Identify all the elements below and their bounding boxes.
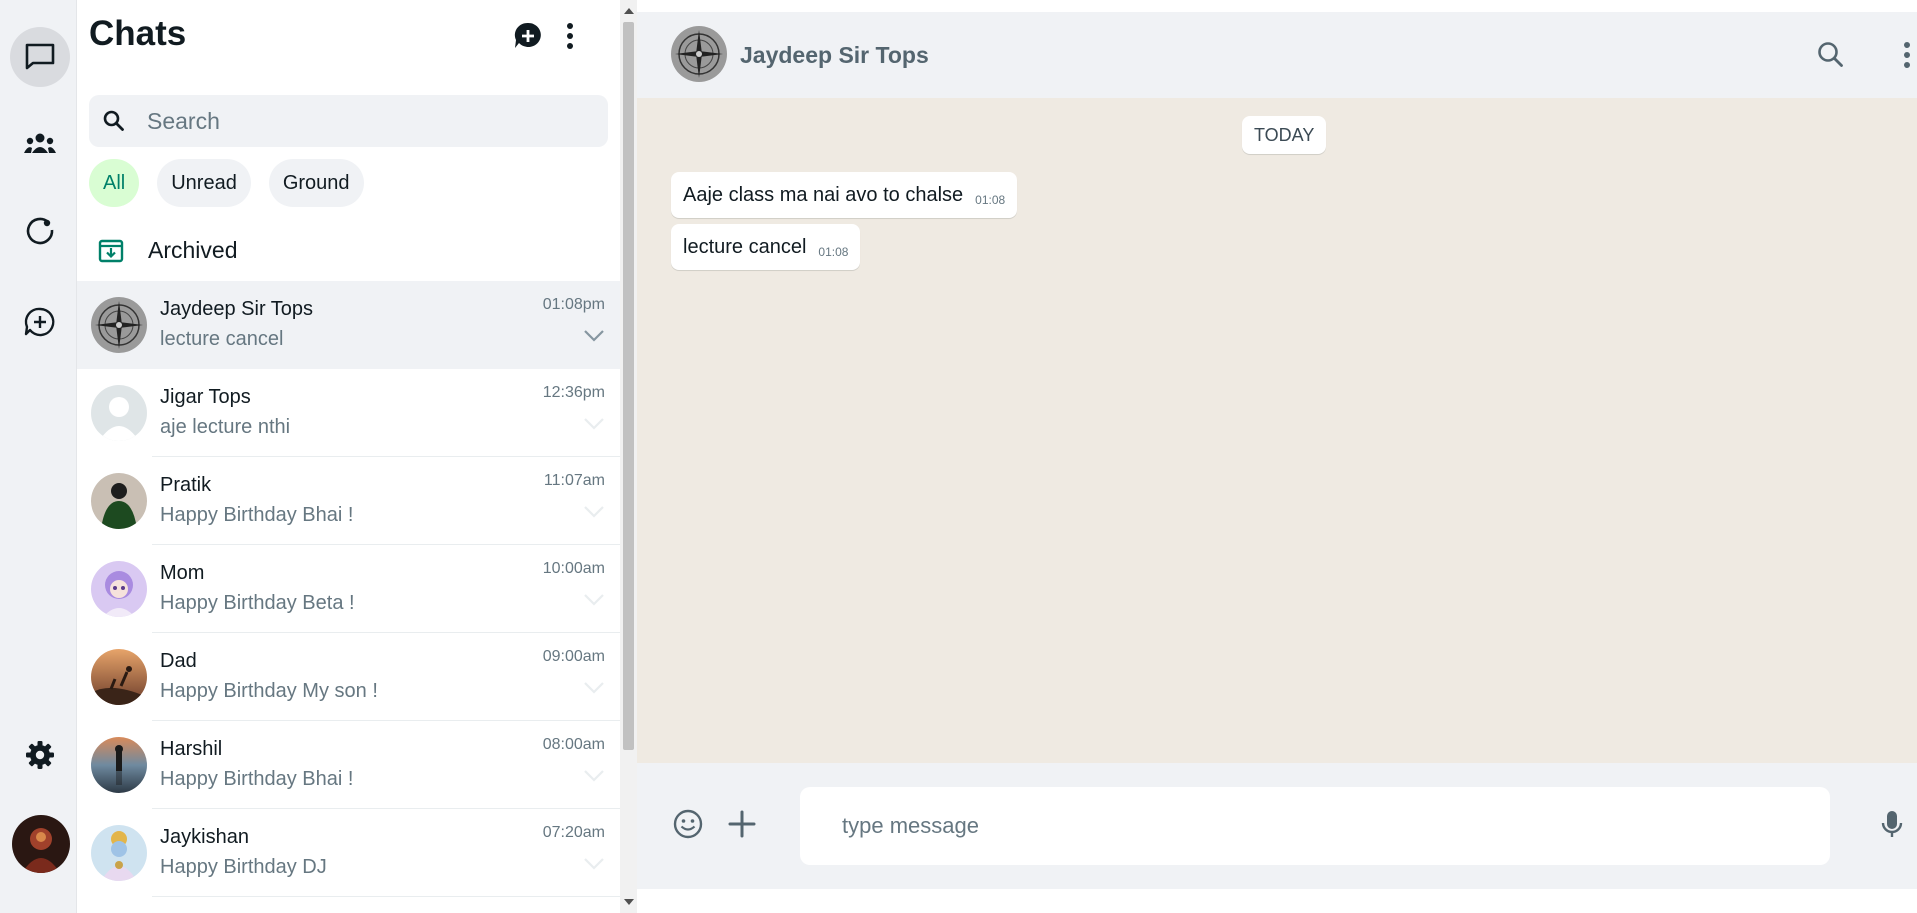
archived-label: Archived [148,237,238,263]
chat-list-scrollbar[interactable] [620,0,637,913]
profile-avatar[interactable] [12,815,70,873]
chevron-down-icon[interactable] [583,329,605,343]
chat-item[interactable]: Mom Happy Birthday Beta ! 10:00am [77,545,620,633]
chat-item[interactable]: Dad Happy Birthday My son ! 09:00am [77,633,620,721]
status-nav-button[interactable] [10,202,70,262]
chat-time: 12:36pm [542,384,605,401]
archived-row[interactable]: Archived [77,225,620,277]
message-input[interactable] [800,787,1830,865]
message-text: lecture cancel [683,235,807,258]
scroll-down-arrow[interactable] [624,899,634,905]
channels-nav-button[interactable] [10,292,70,352]
chat-time: 01:08pm [542,296,605,313]
chat-time: 08:00am [542,736,605,753]
message-time: 01:08 [975,193,1006,207]
attach-plus-icon[interactable] [725,807,759,841]
filter-chips: All Unread Ground [89,159,364,207]
avatar [91,825,147,881]
chat-name: Mom [160,562,205,584]
emoji-icon[interactable] [671,807,705,841]
filter-all[interactable]: All [89,159,140,207]
chat-item[interactable]: Harshil Happy Birthday Bhai ! 08:00am [77,721,620,809]
avatar [91,385,147,441]
filter-unread[interactable]: Unread [157,159,251,207]
microphone-icon[interactable] [1875,807,1909,841]
communities-nav-button[interactable] [10,114,70,174]
chat-last-message: Happy Birthday Bhai ! [160,504,354,526]
chat-item[interactable]: Jaydeep Sir Tops lecture cancel 01:08pm [77,281,620,369]
chat-name: Jaykishan [160,826,249,848]
message-bubble[interactable]: Aaje class ma nai avo to chalse 01:08 [671,172,1018,218]
chat-list-panel: Chats All Unread Ground [77,0,620,913]
chat-time: 09:00am [542,648,605,665]
menu-icon [567,23,573,49]
conversation-header[interactable]: Jaydeep Sir Tops [637,12,1917,98]
chat-time: 11:07am [543,472,605,489]
chevron-down-icon[interactable] [583,593,605,607]
scroll-thumb[interactable] [623,22,634,750]
chat-last-message: Happy Birthday Bhai ! [160,768,354,790]
message-composer [637,763,1917,889]
chat-name: Jigar Tops [160,386,251,408]
chevron-down-icon[interactable] [583,505,605,519]
communities-icon [24,133,56,153]
avatar [91,737,147,793]
channels-icon [24,307,55,337]
message-text: Aaje class ma nai avo to chalse [683,183,964,206]
avatar [91,649,147,705]
chat-name: Pratik [160,474,212,496]
chevron-down-icon[interactable] [583,417,605,431]
chat-last-message: Happy Birthday Beta ! [160,592,355,614]
search-box [89,95,608,147]
date-separator: TODAY [1242,116,1327,154]
avatar [91,297,147,353]
settings-nav-button[interactable] [10,725,70,785]
chat-name: Harshil [160,738,223,760]
message-time: 01:08 [818,245,849,259]
chats-icon [25,43,55,70]
chat-name: Jaydeep Sir Tops [160,298,314,320]
filter-ground[interactable]: Ground [268,159,364,207]
chat-time: 07:20am [542,824,605,841]
settings-icon [26,741,54,769]
chat-time: 10:00am [542,560,605,577]
scroll-up-arrow[interactable] [624,8,634,14]
page-title: Chats [89,14,187,53]
chat-item[interactable]: Jigar Tops aje lecture nthi 12:36pm [77,369,620,457]
chat-last-message: aje lecture nthi [160,416,291,438]
chat-last-message: Happy Birthday My son ! [160,680,378,702]
new-chat-button[interactable] [510,18,546,54]
archive-icon [98,239,124,263]
menu-icon[interactable] [1901,39,1913,71]
message-bubble[interactable]: lecture cancel 01:08 [671,224,861,270]
chat-last-message: Happy Birthday DJ [160,856,327,878]
status-icon [26,217,54,245]
new-chat-icon [514,22,541,48]
divider [152,896,620,897]
chat-item[interactable]: Jaykishan Happy Birthday DJ 07:20am [77,809,620,897]
chevron-down-icon[interactable] [583,681,605,695]
chat-list: Jaydeep Sir Tops lecture cancel 01:08pm … [77,281,620,897]
chat-last-message: lecture cancel [160,328,284,350]
contact-avatar[interactable] [671,26,727,82]
search-icon [103,110,124,131]
message-area: TODAY Aaje class ma nai avo to chalse 01… [637,98,1917,763]
whatsapp-web-app: Chats All Unread Ground [0,0,1917,913]
chevron-down-icon[interactable] [583,769,605,783]
nav-rail [0,0,77,913]
chevron-down-icon[interactable] [583,857,605,871]
search-input[interactable] [147,105,587,137]
avatar [91,561,147,617]
chat-name: Dad [160,650,197,672]
search-icon[interactable] [1815,39,1847,71]
contact-name: Jaydeep Sir Tops [740,42,929,68]
conversation-panel: Jaydeep Sir Tops TODAY Aaje class ma nai… [637,0,1917,913]
menu-button[interactable] [552,18,588,54]
avatar [91,473,147,529]
chat-item[interactable]: Pratik Happy Birthday Bhai ! 11:07am [77,457,620,545]
chats-nav-button[interactable] [10,27,70,87]
